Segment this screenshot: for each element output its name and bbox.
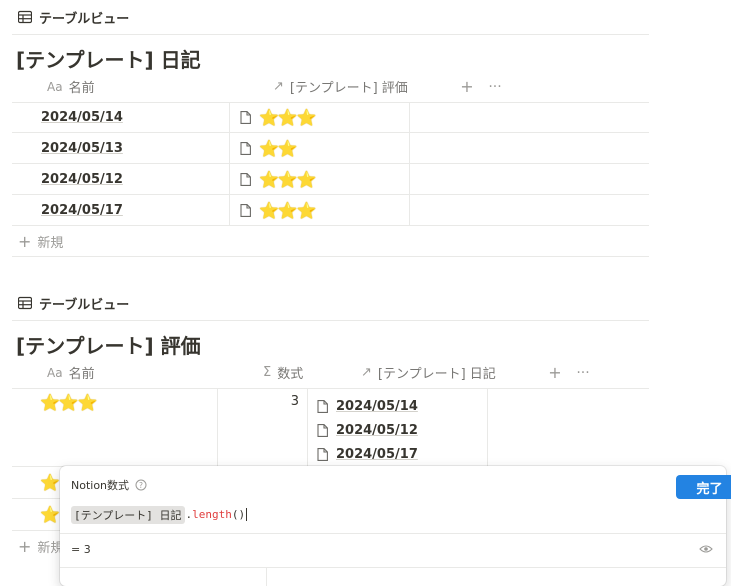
help-icon[interactable]: ? [135, 479, 147, 491]
document-icon [240, 172, 251, 186]
formula-parens: () [231, 508, 246, 521]
view-tab-label[interactable]: テーブルビュー [39, 294, 129, 313]
relation-page-link[interactable]: 2024/05/17 [336, 447, 418, 462]
column-header-relation[interactable]: ↗ [テンプレート] 評価 [265, 71, 453, 102]
new-row-label: 新規 [37, 235, 64, 251]
text-cursor [246, 508, 248, 521]
formula-result: = 3 [71, 543, 91, 556]
plus-icon: + [18, 231, 32, 251]
column-header-name[interactable]: Aa 名前 [12, 71, 265, 102]
relation-page-link[interactable]: ⭐⭐⭐ [259, 108, 317, 127]
sigma-icon: Σ [263, 365, 272, 380]
plus-icon: + [460, 77, 474, 96]
column-header-relation[interactable]: ↗ [テンプレート] 日記 [353, 357, 541, 388]
table-body: 2024/05/14 ⭐⭐⭐ 2024/05/13 ⭐⭐ 2024/05/12 … [12, 102, 649, 257]
document-icon [240, 110, 251, 124]
text-type-icon: Aa [47, 79, 63, 94]
column-header-label: [テンプレート] 日記 [377, 367, 496, 382]
row-name[interactable]: 2024/05/17 [41, 203, 123, 218]
column-header-label: 名前 [68, 81, 95, 96]
divider [60, 567, 726, 568]
table-header: Aa 名前 Σ 数式 ↗ [テンプレート] 日記 + ··· [12, 357, 649, 389]
column-header-formula[interactable]: Σ 数式 [252, 357, 353, 388]
table-row[interactable]: 2024/05/13 ⭐⭐ [12, 133, 649, 164]
database-title[interactable]: [テンプレート] 日記 [16, 44, 201, 73]
formula-method: length [192, 508, 232, 521]
relation-page-link[interactable]: ⭐⭐⭐ [259, 170, 317, 189]
table-row[interactable]: ⭐⭐⭐ 3 2024/05/14 2024/05/12 2024/05/17 [12, 388, 649, 467]
formula-dot: . [185, 508, 193, 521]
eye-icon[interactable] [699, 544, 713, 554]
relation-page-link[interactable]: 2024/05/14 [336, 399, 418, 414]
column-header-label: [テンプレート] 評価 [289, 81, 408, 96]
formula-editor-popup: Notion数式 ? 完了 [テンプレート] 日記 . length () = … [60, 466, 731, 586]
view-tab-bar: テーブルビュー [12, 0, 649, 35]
formula-value: 3 [290, 394, 299, 409]
plus-icon: + [548, 363, 562, 382]
document-icon [240, 141, 251, 155]
property-token[interactable]: [テンプレート] 日記 [71, 505, 185, 524]
view-tab-bar: テーブルビュー [12, 286, 649, 321]
relation-page-link[interactable]: ⭐⭐ [259, 139, 298, 158]
table-header: Aa 名前 ↗ [テンプレート] 評価 + ··· [12, 71, 649, 103]
row-name[interactable]: 2024/05/13 [41, 141, 123, 156]
column-header-label: 名前 [68, 367, 95, 382]
relation-page-link[interactable]: 2024/05/12 [336, 423, 418, 438]
row-name[interactable]: ⭐ [40, 473, 60, 492]
formula-editor-header: Notion数式 ? [71, 477, 147, 493]
table-icon [18, 10, 32, 24]
table-row[interactable]: 2024/05/14 ⭐⭐⭐ [12, 102, 649, 133]
table-row[interactable]: 2024/05/12 ⭐⭐⭐ [12, 164, 649, 195]
column-header-label: 数式 [277, 367, 304, 382]
row-name[interactable]: ⭐ [40, 505, 60, 524]
formula-input[interactable]: [テンプレート] 日記 . length () [71, 505, 248, 524]
relation-arrow-icon: ↗ [273, 79, 284, 94]
done-button[interactable]: 完了 [676, 475, 731, 499]
row-name[interactable]: 2024/05/12 [41, 172, 123, 187]
document-icon [240, 203, 251, 217]
more-options-button[interactable]: ··· [569, 357, 597, 388]
document-icon [317, 423, 328, 437]
more-icon: ··· [576, 364, 590, 381]
text-type-icon: Aa [47, 365, 63, 380]
more-icon: ··· [488, 78, 502, 95]
row-name[interactable]: 2024/05/14 [41, 110, 123, 125]
view-tab-label[interactable]: テーブルビュー [39, 8, 129, 27]
database-title[interactable]: [テンプレート] 評価 [16, 330, 201, 359]
divider [60, 533, 726, 534]
add-property-button[interactable]: + [453, 71, 481, 102]
document-icon [317, 447, 328, 461]
relation-page-link[interactable]: ⭐⭐⭐ [259, 201, 317, 220]
table-icon [18, 296, 32, 310]
column-header-name[interactable]: Aa 名前 [12, 357, 252, 388]
relation-arrow-icon: ↗ [361, 365, 372, 380]
document-icon [317, 399, 328, 413]
table-row[interactable]: 2024/05/17 ⭐⭐⭐ [12, 195, 649, 226]
row-name[interactable]: ⭐⭐⭐ [40, 393, 98, 412]
more-options-button[interactable]: ··· [481, 71, 509, 102]
new-row-button[interactable]: + 新規 [12, 226, 649, 257]
add-property-button[interactable]: + [541, 357, 569, 388]
plus-icon: + [18, 536, 32, 556]
svg-text:?: ? [139, 481, 143, 490]
formula-editor-title: Notion数式 [71, 479, 130, 492]
divider [266, 567, 267, 586]
